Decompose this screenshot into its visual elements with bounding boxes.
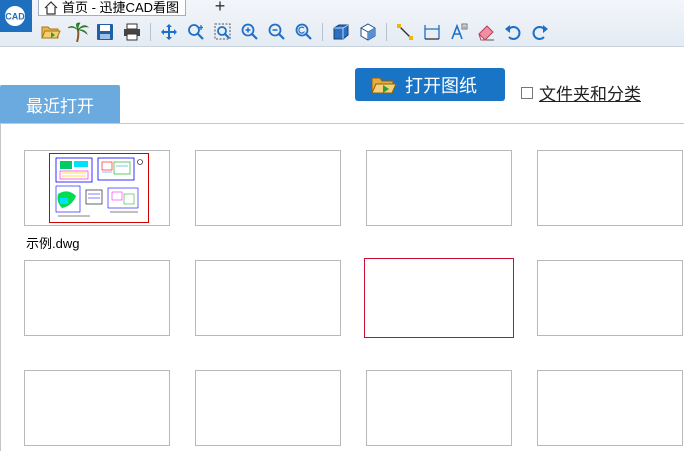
zoom-realtime-button[interactable] [185, 21, 207, 43]
measure-line-button[interactable] [394, 21, 416, 43]
open-drawing-button[interactable]: 打开图纸 [355, 68, 505, 101]
tab-home-label: 首页 - 迅捷CAD看图 [62, 0, 180, 15]
recent-file-slot-empty[interactable] [195, 370, 341, 446]
folder-open-icon [371, 77, 397, 93]
palm-button[interactable] [67, 21, 89, 43]
zoom-realtime-icon [188, 24, 204, 40]
toolbar-separator [322, 23, 323, 41]
3d-box-icon [333, 24, 349, 40]
zoom-previous-button[interactable] [293, 21, 315, 43]
tab-home[interactable]: 首页 - 迅捷CAD看图 [38, 0, 187, 16]
tab-recent[interactable]: 最近打开 [0, 85, 120, 123]
recent-file-slot-empty[interactable] [24, 370, 170, 446]
recent-file-slot-empty[interactable] [24, 260, 170, 336]
drawing-preview-icon [49, 153, 149, 223]
zoom-previous-icon [295, 23, 312, 40]
toolbar [40, 20, 556, 44]
zoom-out-button[interactable] [266, 21, 288, 43]
zoom-in-button[interactable] [239, 21, 261, 43]
logo-text: CAD [5, 12, 25, 22]
title-bar: CAD 首页 - 迅捷CAD看图 + [0, 0, 684, 47]
recent-file-slot-empty[interactable] [195, 260, 341, 336]
toolbar-separator [386, 23, 387, 41]
home-icon [44, 0, 58, 15]
text-icon [451, 23, 468, 40]
print-button[interactable] [121, 21, 143, 43]
folder-classify-label[interactable]: 文件夹和分类 [539, 80, 641, 105]
save-button[interactable] [94, 21, 116, 43]
eraser-button[interactable] [475, 21, 497, 43]
pan-button[interactable] [158, 21, 180, 43]
3d-orbit-button[interactable] [357, 21, 379, 43]
recent-file-slot-empty[interactable] [537, 150, 683, 226]
redo-button[interactable] [529, 21, 551, 43]
recent-file-slot-empty[interactable] [195, 150, 341, 226]
undo-button[interactable] [502, 21, 524, 43]
redo-icon [532, 25, 548, 40]
text-button[interactable] [448, 21, 470, 43]
dimension-icon [424, 25, 440, 40]
save-icon [97, 24, 113, 40]
recent-file-slot-empty[interactable] [537, 370, 683, 446]
eraser-icon [478, 25, 494, 41]
new-tab-button[interactable]: + [212, 0, 228, 15]
pan-arrows-icon [161, 24, 177, 40]
3d-orbit-icon [360, 23, 376, 41]
recent-file-slot-empty[interactable] [366, 150, 512, 226]
recent-file-slot-empty[interactable] [537, 260, 683, 336]
toolbar-separator [150, 23, 151, 41]
palm-tree-icon [67, 22, 89, 42]
recent-file-thumbnail[interactable] [24, 150, 170, 226]
open-drawing-label: 打开图纸 [405, 75, 477, 96]
zoom-in-icon [241, 23, 258, 40]
folder-open-icon [41, 26, 61, 39]
recent-file-slot-empty[interactable] [366, 370, 512, 446]
measure-line-icon [397, 24, 413, 40]
dimension-button[interactable] [421, 21, 443, 43]
undo-icon [505, 25, 521, 40]
zoom-window-icon [214, 23, 231, 40]
app-logo-icon: CAD [0, 0, 32, 32]
recent-file-slot-hovered[interactable] [364, 258, 514, 338]
folder-classify-checkbox[interactable] [521, 86, 533, 99]
print-icon [124, 23, 140, 41]
folder-classify-toggle[interactable]: 文件夹和分类 [521, 80, 641, 105]
recent-file-name: 示例.dwg [26, 236, 80, 251]
open-file-button[interactable] [40, 21, 62, 43]
3d-box-button[interactable] [330, 21, 352, 43]
zoom-out-icon [268, 23, 285, 40]
zoom-window-button[interactable] [212, 21, 234, 43]
